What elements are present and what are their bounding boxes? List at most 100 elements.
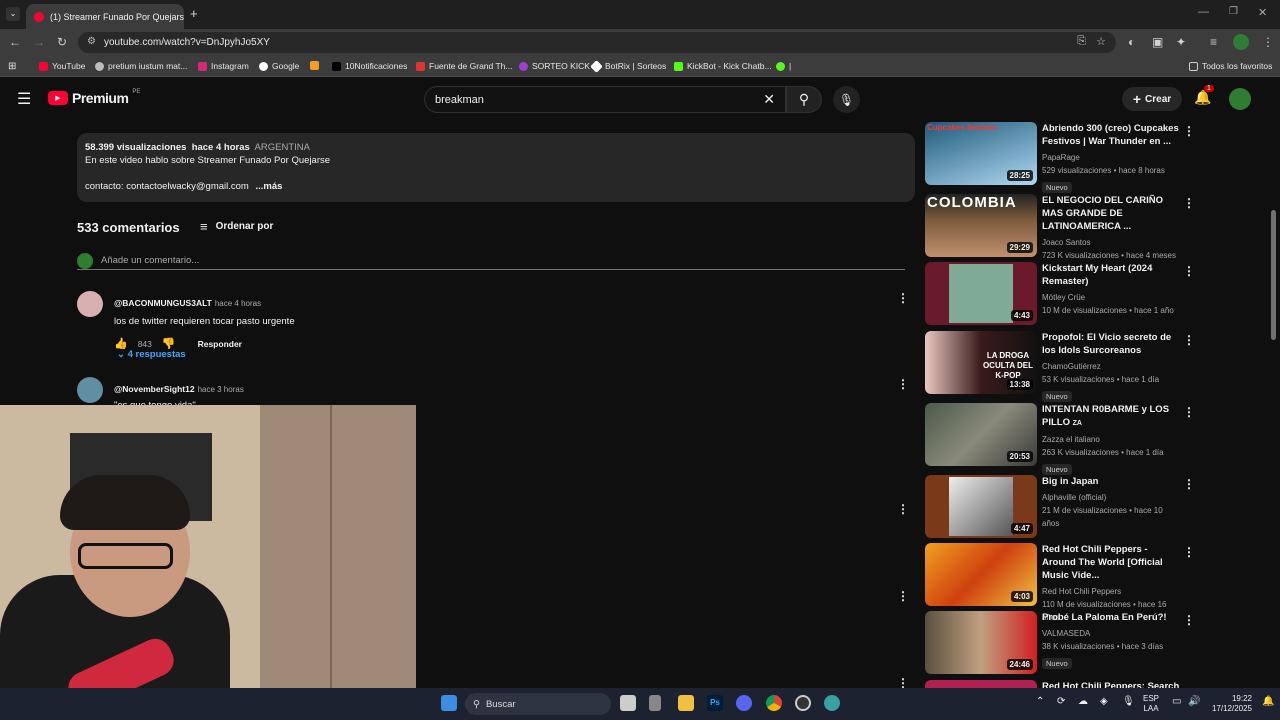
comment-time[interactable]: hace 4 horas: [215, 299, 261, 308]
rec-item[interactable]: 24:46 Probé La Paloma En Perú?! VALMASED…: [925, 611, 1275, 675]
rec-item[interactable]: Red Hot Chili Peppers: Search: [925, 680, 1275, 688]
rec-channel[interactable]: Red Hot Chili Peppers: [1042, 585, 1182, 598]
cast-icon[interactable]: ⎘: [1077, 35, 1086, 48]
show-more-button[interactable]: ...más: [255, 181, 282, 192]
bookmark-youtube[interactable]: YouTube: [39, 61, 85, 71]
bookmark-instagram[interactable]: Instagram: [198, 61, 249, 71]
search-input[interactable]: breakman ✕: [424, 86, 786, 113]
tab-search-button[interactable]: ⌄: [6, 7, 20, 21]
rec-menu-icon[interactable]: ⋮: [1183, 477, 1195, 491]
onedrive-icon[interactable]: ☁: [1078, 696, 1088, 707]
clock[interactable]: 19:22 17/12/2025: [1208, 694, 1252, 714]
add-comment-input[interactable]: Añade un comentario...: [77, 252, 905, 270]
rec-thumbnail[interactable]: 24:46: [925, 611, 1037, 674]
extension-2-icon[interactable]: ▣: [1152, 35, 1163, 49]
tab-active[interactable]: (1) Streamer Funado Por Quejarse ✕: [26, 4, 184, 29]
back-icon[interactable]: ←: [9, 35, 21, 49]
rec-title[interactable]: Propofol: El Vicio secreto de los Idols …: [1042, 331, 1182, 357]
profile-avatar[interactable]: [1233, 34, 1249, 50]
bookmark-sorteo[interactable]: SORTEO KICK: [519, 61, 590, 71]
comment-author[interactable]: @NovemberSight12: [114, 384, 195, 394]
new-tab-button[interactable]: +: [190, 6, 198, 21]
file-explorer-icon[interactable]: [678, 695, 694, 711]
view-replies-button[interactable]: ⌄ 4 respuestas: [117, 349, 186, 360]
notification-center-icon[interactable]: 🔔: [1262, 696, 1274, 707]
bookmark-star-icon[interactable]: ☆: [1096, 35, 1106, 48]
window-close-button[interactable]: ✕: [1258, 6, 1267, 19]
notifications-button[interactable]: 🔔 1: [1194, 85, 1214, 106]
rec-title[interactable]: Probé La Paloma En Perú?!: [1042, 611, 1182, 624]
rec-title[interactable]: EL NEGOCIO DEL CARIÑO MAS GRANDE DE LATI…: [1042, 194, 1182, 233]
rec-channel[interactable]: PapaRage: [1042, 151, 1182, 164]
rec-thumbnail[interactable]: 4:03: [925, 543, 1037, 606]
forward-icon[interactable]: →: [33, 35, 45, 49]
browser-menu-icon[interactable]: ⋮: [1262, 35, 1274, 49]
obs-icon[interactable]: [795, 695, 811, 711]
app-globe-icon[interactable]: [824, 695, 840, 711]
comment-time[interactable]: hace 3 horas: [198, 385, 244, 394]
display-icon[interactable]: ▭: [1172, 696, 1181, 707]
rec-title[interactable]: INTENTAN R0BARME y LOS PILLO ZA: [1042, 403, 1182, 430]
extension-icon[interactable]: ◐: [1128, 35, 1135, 49]
rec-menu-icon[interactable]: ⋮: [1183, 264, 1195, 278]
rec-title[interactable]: Big in Japan: [1042, 475, 1182, 488]
rec-item[interactable]: 20:53 INTENTAN R0BARME y LOS PILLO ZA Za…: [925, 403, 1275, 475]
rec-item[interactable]: COLOMBIA 29:29 EL NEGOCIO DEL CARIÑO MAS…: [925, 194, 1275, 260]
extensions-puzzle-icon[interactable]: ✦: [1176, 35, 1186, 49]
hamburger-menu-icon[interactable]: ☰: [17, 89, 31, 109]
tray-icon[interactable]: ⟳: [1057, 696, 1065, 707]
rec-thumbnail[interactable]: 4:47: [925, 475, 1037, 538]
bookmark-pinwheel[interactable]: [310, 61, 323, 70]
commenter-avatar[interactable]: [77, 291, 103, 317]
language-indicator[interactable]: ESP LAA: [1143, 694, 1159, 714]
reply-button[interactable]: Responder: [198, 339, 242, 349]
bookmark-kick[interactable]: |: [776, 61, 791, 71]
rec-menu-icon[interactable]: ⋮: [1183, 613, 1195, 627]
tray-shield-icon[interactable]: ◈: [1100, 696, 1108, 707]
photoshop-icon[interactable]: Ps: [707, 695, 723, 711]
rec-thumbnail[interactable]: LA DROGA OCULTA DEL K-POP 13:38: [925, 331, 1037, 394]
address-bar[interactable]: ⚙ youtube.com/watch?v=DnJpyhJo5XY ⎘ ☆: [78, 32, 1116, 53]
rec-channel[interactable]: ChamoGutiérrez: [1042, 360, 1182, 373]
account-avatar[interactable]: [1229, 88, 1251, 110]
rec-title[interactable]: Abriendo 300 (creo) Cupcakes Festivos | …: [1042, 122, 1182, 148]
rec-thumbnail[interactable]: Cupcakes festivos 28:25: [925, 122, 1037, 185]
bookmark-pretium[interactable]: pretium iustum mat...: [95, 61, 187, 71]
clear-search-icon[interactable]: ✕: [763, 91, 775, 108]
video-description[interactable]: 58.399 visualizaciones hace 4 horas ARGE…: [77, 133, 915, 202]
taskbar-search[interactable]: ⚲ Buscar: [465, 693, 611, 715]
windows-start-icon[interactable]: [441, 695, 457, 711]
rec-title[interactable]: Red Hot Chili Peppers - Around The World…: [1042, 543, 1182, 582]
rec-item[interactable]: Cupcakes festivos 28:25 Abriendo 300 (cr…: [925, 122, 1275, 193]
comment-menu-icon[interactable]: ⋮: [897, 502, 909, 516]
comment-menu-icon[interactable]: ⋮: [897, 589, 909, 603]
rec-item[interactable]: 4:03 Red Hot Chili Peppers - Around The …: [925, 543, 1275, 622]
site-info-icon[interactable]: ⚙: [87, 36, 96, 47]
comment-author[interactable]: @BACONMUNGUS3ALT: [114, 298, 212, 308]
rec-thumbnail[interactable]: 4:43: [925, 262, 1037, 325]
bookmark-kickbot[interactable]: KickBot - Kick Chatb...: [674, 61, 772, 71]
app-icon[interactable]: [649, 695, 661, 711]
rec-channel[interactable]: Joaco Santos: [1042, 236, 1182, 249]
rec-thumbnail[interactable]: COLOMBIA 29:29: [925, 194, 1037, 257]
rec-channel[interactable]: Mötley Crüe: [1042, 291, 1182, 304]
bookmark-botrix[interactable]: BotRix | Sorteos: [590, 59, 666, 73]
rec-thumbnail[interactable]: 20:53: [925, 403, 1037, 466]
tray-chevron-icon[interactable]: ⌃: [1036, 696, 1044, 707]
reading-list-icon[interactable]: ≡: [1210, 35, 1217, 49]
sort-button[interactable]: ≡ Ordenar por: [200, 219, 273, 234]
search-button[interactable]: ⚲: [786, 86, 822, 113]
rec-menu-icon[interactable]: ⋮: [1183, 545, 1195, 559]
rec-item[interactable]: LA DROGA OCULTA DEL K-POP 13:38 Propofol…: [925, 331, 1275, 402]
tray-mic-icon[interactable]: 🎙: [1122, 696, 1135, 707]
rec-item[interactable]: 4:47 Big in Japan Alphaville (official) …: [925, 475, 1275, 539]
rec-item[interactable]: 4:43 Kickstart My Heart (2024 Remaster) …: [925, 262, 1275, 326]
bookmark-google[interactable]: Google: [259, 61, 299, 71]
reload-icon[interactable]: ↻: [57, 35, 67, 49]
minimize-button[interactable]: —: [1198, 6, 1209, 18]
rec-menu-icon[interactable]: ⋮: [1183, 124, 1195, 138]
page-scrollbar[interactable]: [1271, 210, 1276, 340]
rec-channel[interactable]: Zazza el italiano: [1042, 433, 1182, 446]
comment-menu-icon[interactable]: ⋮: [897, 377, 909, 391]
rec-menu-icon[interactable]: ⋮: [1183, 196, 1195, 210]
